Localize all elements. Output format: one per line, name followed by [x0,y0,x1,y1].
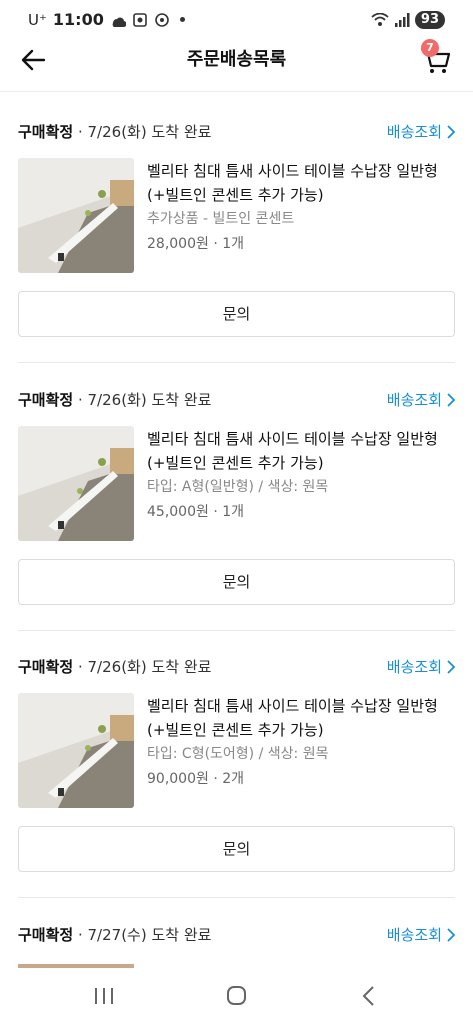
product-thumbnail[interactable] [18,158,134,273]
battery-level: 93 [414,11,445,29]
product-price: 28,000원 · 1개 [147,236,245,252]
order-status: 구매확정 [18,123,74,141]
order-item: 구매확정 · 7/26(화) 도착 완료 배송조회 벨리타 침대 틈새 사이드 … [0,656,473,886]
status-right: 93 [371,11,445,29]
order-date: · 7/27(수) 도착 완료 [73,926,212,944]
order-divider [18,362,455,363]
carrier-label: U⁺ [28,10,47,29]
product-name[interactable]: 벨리타 침대 틈새 사이드 테이블 수납장 일반형 (+빌트인 콘센트 추가 가… [147,694,457,742]
screenshot-icon [133,12,147,27]
order-date: · 7/26(화) 도착 완료 [73,391,212,409]
track-label: 배송조회 [386,391,442,409]
weather-icon [112,17,126,27]
chevron-right-icon [447,927,455,942]
track-delivery-link[interactable]: 배송조회 [387,121,455,142]
track-label: 배송조회 [386,123,442,141]
track-delivery-link[interactable]: 배송조회 [387,389,455,410]
status-left: U⁺ 11:00 [28,10,185,29]
recent-apps-icon[interactable] [88,982,120,1010]
order-status: 구매확정 [18,391,74,409]
product-name[interactable]: 벨리타 침대 틈새 사이드 테이블 수납장 일반형 (+빌트인 콘센트 추가 가… [147,159,457,207]
app-header: 주문배송목록 7 [0,39,473,92]
product-option: 타입: C형(도어형) / 색상: 원목 [147,746,329,762]
order-date: · 7/26(화) 도착 완료 [73,123,212,141]
system-nav-bar [0,968,473,1024]
chevron-right-icon [447,392,455,407]
cart-count-badge: 7 [421,39,439,57]
track-delivery-link[interactable]: 배송조회 [387,656,455,677]
order-status: 구매확정 [18,658,74,676]
order-header: 구매확정 · 7/26(화) 도착 완료 배송조회 [18,121,455,143]
product-price: 90,000원 · 2개 [147,771,245,787]
chevron-right-icon [447,124,455,139]
order-item: 구매확정 · 7/27(수) 도착 완료 배송조회 [0,924,473,968]
order-status: 구매확정 [18,926,74,944]
order-item: 구매확정 · 7/26(화) 도착 완료 배송조회 벨리타 침대 틈새 사이드 … [0,121,473,351]
order-header: 구매확정 · 7/26(화) 도착 완료 배송조회 [18,389,455,411]
inquiry-button[interactable]: 문의 [18,291,455,337]
inquiry-button[interactable]: 문의 [18,826,455,872]
product-option: 타입: A형(일반형) / 색상: 원목 [147,479,329,495]
track-delivery-link[interactable]: 배송조회 [387,924,455,945]
status-bar: U⁺ 11:00 93 [0,0,473,40]
product-price: 45,000원 · 1개 [147,504,245,520]
order-divider [18,897,455,898]
back-nav-icon[interactable] [352,982,384,1010]
signal-icon [394,13,410,27]
order-header: 구매확정 · 7/26(화) 도착 완료 배송조회 [18,656,455,678]
product-thumbnail[interactable] [18,693,134,808]
status-time: 11:00 [52,10,104,29]
product-thumbnail[interactable] [18,426,134,541]
notification-dot-icon [179,17,185,22]
product-name[interactable]: 벨리타 침대 틈새 사이드 테이블 수납장 일반형 (+빌트인 콘센트 추가 가… [147,427,457,475]
chevron-right-icon [447,659,455,674]
order-header: 구매확정 · 7/27(수) 도착 완료 배송조회 [18,924,455,946]
track-label: 배송조회 [386,658,442,676]
product-option: 추가상품 - 빌트인 콘센트 [147,211,295,227]
home-icon[interactable] [220,982,252,1010]
track-label: 배송조회 [386,926,442,944]
sync-icon [155,12,169,27]
page-title: 주문배송목록 [186,49,287,70]
cart-button[interactable]: 7 [419,39,453,76]
order-divider [18,630,455,631]
inquiry-button[interactable]: 문의 [18,559,455,605]
order-date: · 7/26(화) 도착 완료 [73,658,212,676]
order-item: 구매확정 · 7/26(화) 도착 완료 배송조회 벨리타 침대 틈새 사이드 … [0,389,473,619]
wifi-icon [371,13,389,26]
